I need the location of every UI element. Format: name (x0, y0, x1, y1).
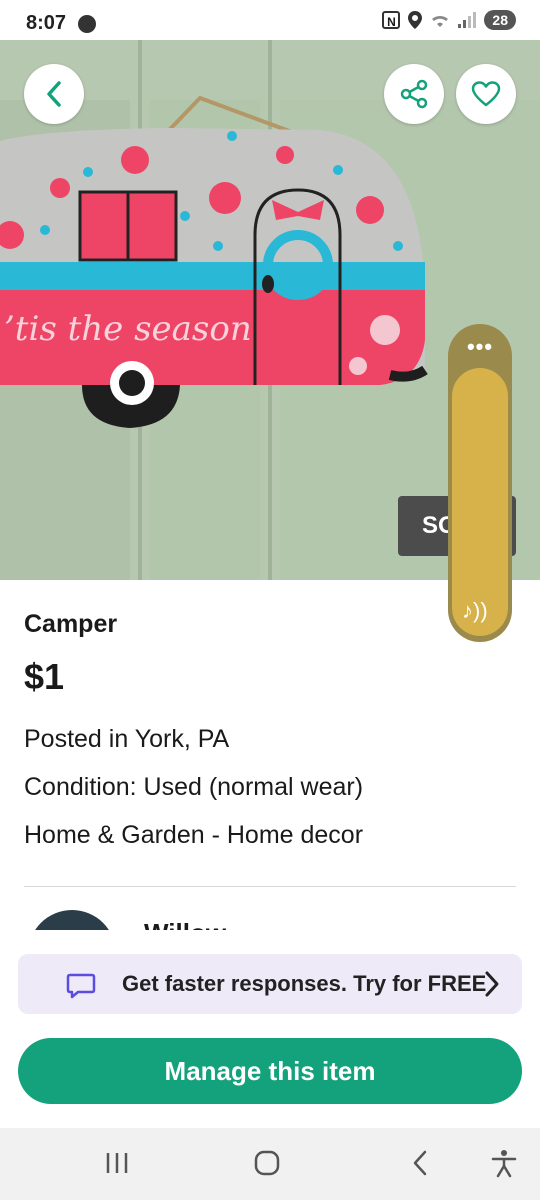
favorite-button[interactable] (456, 64, 516, 124)
heart-icon (471, 81, 501, 107)
divider (24, 886, 516, 887)
chevron-right-icon (485, 971, 499, 997)
share-icon (400, 79, 428, 109)
location-icon (408, 11, 423, 29)
battery-indicator: 28 (484, 10, 516, 30)
signal-icon (458, 12, 477, 28)
wifi-icon (432, 15, 449, 27)
promo-banner[interactable]: Get faster responses. Try for FREE (18, 954, 522, 1014)
status-time: 8:07 (26, 12, 67, 34)
media-control[interactable]: ♪)) (452, 368, 508, 636)
listing-title: Camper (24, 610, 118, 638)
nfc-icon: N (382, 11, 401, 29)
accessibility-icon[interactable] (490, 1148, 518, 1178)
more-dots-icon[interactable]: ••• (448, 334, 512, 360)
posted-location: Posted in York, PA (24, 725, 230, 753)
item-category[interactable]: Home & Garden - Home decor (24, 821, 363, 850)
chat-bubble-icon (66, 973, 96, 999)
listing-price: $1 (24, 656, 65, 697)
status-indicators: N 28 (382, 10, 516, 30)
system-nav-bar (0, 1128, 540, 1200)
floating-media-panel[interactable]: ••• ♪)) (448, 324, 512, 642)
home-icon[interactable] (252, 1148, 282, 1178)
share-button[interactable] (384, 64, 444, 124)
back-button[interactable] (24, 64, 84, 124)
promo-text: Get faster responses. Try for FREE (122, 971, 487, 996)
back-icon[interactable] (408, 1148, 432, 1178)
item-condition: Condition: Used (normal wear) (24, 773, 364, 801)
manage-item-button[interactable]: Manage this item (18, 1038, 522, 1104)
chevron-left-icon (47, 81, 61, 107)
messenger-icon (78, 15, 96, 33)
music-note-icon[interactable]: ♪)) (462, 598, 488, 624)
recent-apps-icon[interactable] (104, 1148, 130, 1178)
camper-caption: ’tis the season (4, 309, 252, 349)
